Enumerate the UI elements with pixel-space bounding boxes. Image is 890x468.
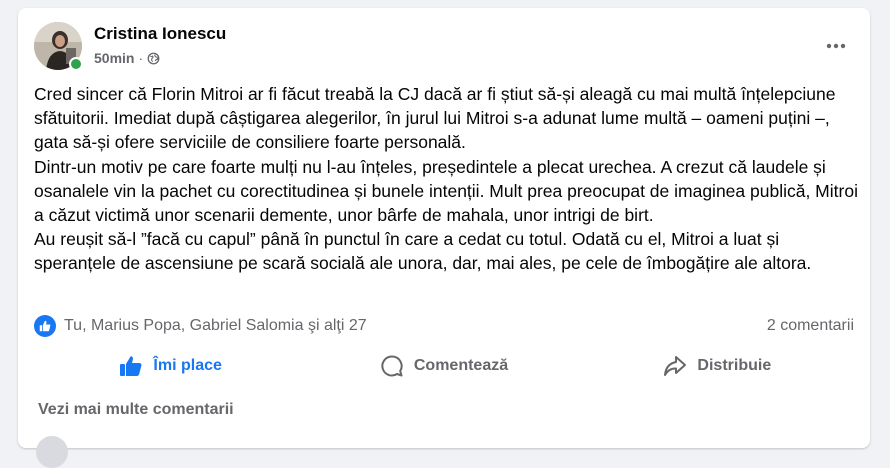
post-paragraph-3: Au reușit să-l ”facă cu capul” până în p…: [34, 229, 812, 274]
like-reaction-icon: [34, 315, 56, 337]
like-label: Îmi place: [153, 357, 222, 374]
share-button[interactable]: Distribuie: [581, 346, 854, 386]
comment-label: Comentează: [413, 357, 509, 374]
post-card: Cristina Ionescu 50min · Cred sincer că …: [18, 8, 870, 468]
post-paragraph-2: Dintr-un motiv pe care foarte mulți nu l…: [34, 156, 858, 226]
author-name[interactable]: Cristina Ionescu: [94, 24, 226, 44]
commenter-avatar[interactable]: [36, 436, 68, 468]
share-label: Distribuie: [697, 357, 772, 374]
online-status-indicator: [69, 57, 83, 71]
comment-button[interactable]: Comentează: [307, 346, 580, 386]
globe-icon: [147, 52, 160, 64]
ellipsis-icon: [826, 43, 846, 49]
share-arrow-icon: [664, 356, 687, 376]
more-options-button[interactable]: [818, 28, 854, 64]
like-button[interactable]: Îmi place: [34, 346, 307, 386]
post-stats: Tu, Marius Popa, Gabriel Salomia şi alţi…: [34, 314, 854, 338]
meta-separator: ·: [138, 50, 144, 66]
comment-bubble-icon: [381, 355, 403, 377]
post-paragraph-1: Cred sincer că Florin Mitroi ar fi făcut…: [34, 84, 836, 153]
thumbs-up-icon: [120, 356, 142, 376]
post-actions: Îmi place Comentează Distribuie: [34, 346, 854, 386]
view-more-comments-link[interactable]: Vezi mai multe comentarii: [38, 401, 234, 419]
author-avatar[interactable]: [34, 22, 83, 71]
reactions-text: Tu, Marius Popa, Gabriel Salomia şi alţi…: [64, 317, 367, 334]
post-time[interactable]: 50min: [94, 50, 134, 66]
post-header: Cristina Ionescu 50min ·: [34, 22, 854, 72]
post-meta: 50min ·: [94, 50, 160, 66]
thumbs-up-icon: [39, 320, 51, 332]
reactions-summary[interactable]: Tu, Marius Popa, Gabriel Salomia şi alţi…: [34, 315, 367, 337]
post-text: Cred sincer că Florin Mitroi ar fi făcut…: [34, 82, 864, 276]
comments-count[interactable]: 2 comentarii: [767, 317, 854, 335]
